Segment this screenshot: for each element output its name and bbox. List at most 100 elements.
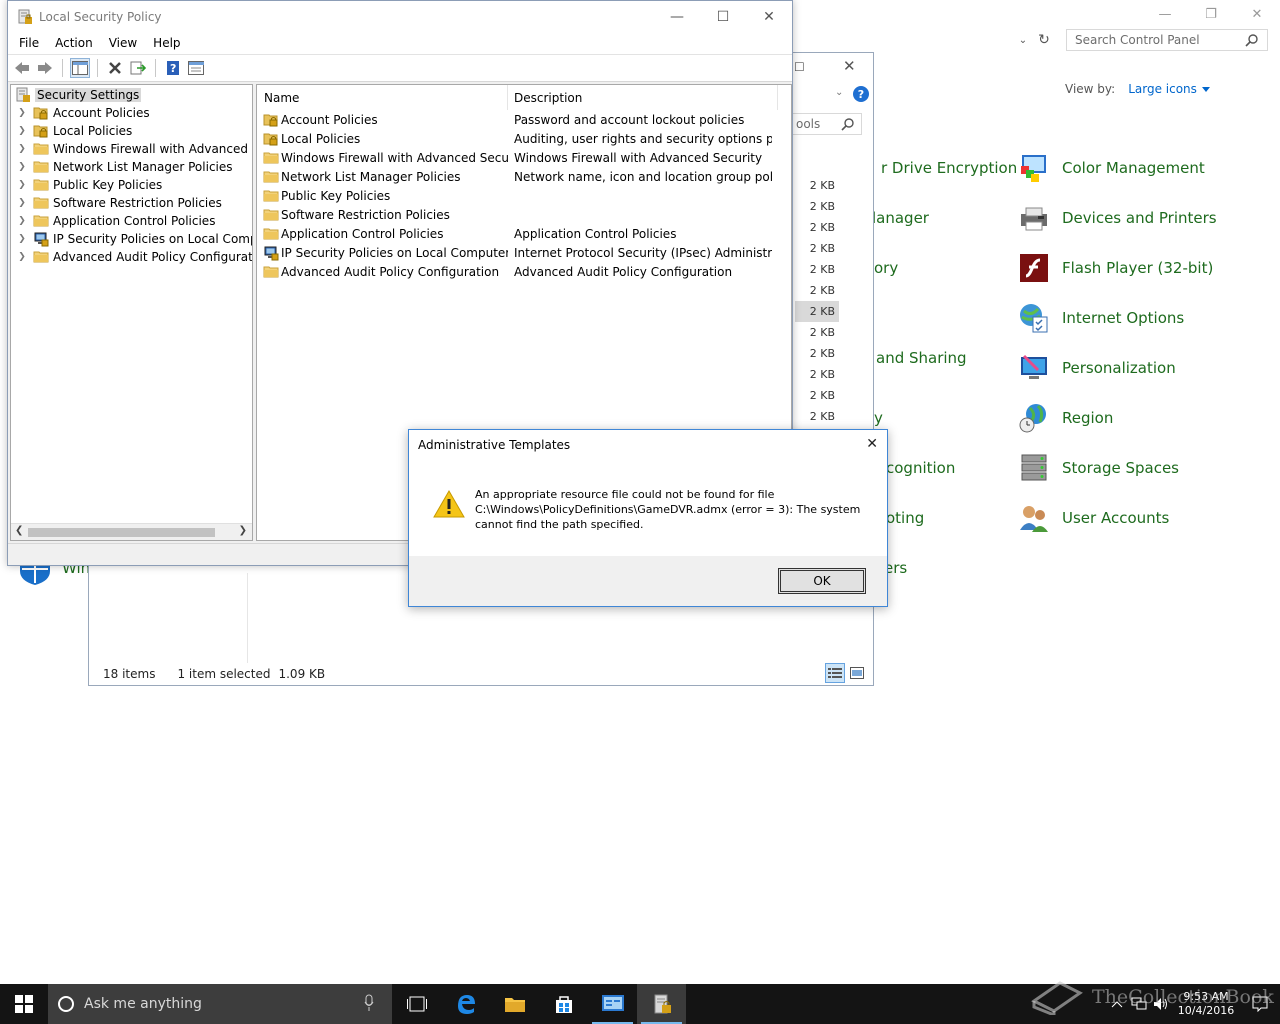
list-item[interactable]: Network List Manager Policies Network nam… — [257, 167, 791, 186]
list-item[interactable]: Account Policies Password and account loc… — [257, 110, 791, 129]
chevron-down-icon[interactable]: ⌄ — [835, 87, 843, 98]
chevron-right-icon[interactable]: ❯ — [17, 212, 27, 230]
refresh-icon[interactable]: ↻ — [1034, 30, 1054, 50]
menu-action[interactable]: Action — [55, 36, 93, 50]
printer-icon — [1018, 202, 1050, 234]
file-explorer-button[interactable] — [490, 984, 539, 1024]
scroll-left-icon[interactable]: ❮ — [15, 525, 23, 536]
chevron-right-icon[interactable]: ❯ — [17, 194, 27, 212]
chevron-right-icon[interactable]: ❯ — [17, 248, 27, 266]
help-icon[interactable]: ? — [853, 86, 869, 102]
cortana-search-box[interactable]: Ask me anything — [48, 984, 392, 1024]
title-bar[interactable]: Local Security Policy — ☐ ✕ — [8, 1, 792, 32]
tree-item[interactable]: ❯ Advanced Audit Policy Configuration — [11, 248, 252, 266]
network-icon[interactable] — [1128, 984, 1150, 1024]
cp-item-partial[interactable]: y — [874, 409, 883, 427]
chevron-right-icon[interactable]: ❯ — [17, 140, 27, 158]
chevron-right-icon[interactable]: ❯ — [17, 176, 27, 194]
task-view-button[interactable] — [392, 984, 441, 1024]
forward-arrow-icon[interactable] — [35, 58, 55, 78]
horizontal-scrollbar[interactable]: ❮ ❯ — [11, 523, 252, 540]
cp-item-partial[interactable]: oting — [886, 509, 924, 527]
chevron-right-icon[interactable]: ❯ — [17, 104, 27, 122]
close-button[interactable]: ✕ — [843, 57, 856, 75]
maximize-button[interactable]: ☐ — [700, 1, 746, 32]
list-item[interactable]: Windows Firewall with Advanced Security W… — [257, 148, 791, 167]
cp-item-partial[interactable]: r Drive Encryption — [881, 159, 1017, 177]
folder-icon — [33, 177, 49, 193]
export-list-icon[interactable] — [128, 58, 148, 78]
cp-item-user-accounts[interactable]: User Accounts — [1018, 502, 1169, 534]
close-button[interactable]: ✕ — [746, 1, 792, 32]
scroll-right-icon[interactable]: ❯ — [239, 525, 247, 536]
cp-item-partial[interactable]: lanager — [872, 209, 929, 227]
maximize-button[interactable]: ☐ — [794, 60, 805, 74]
show-hide-tree-icon[interactable] — [70, 58, 90, 78]
properties-icon[interactable] — [186, 58, 206, 78]
edge-button[interactable] — [441, 984, 490, 1024]
security-policy-taskbar-button[interactable] — [637, 984, 686, 1024]
tree-item[interactable]: ❯ Local Policies — [11, 122, 132, 140]
details-view-icon[interactable] — [825, 663, 845, 683]
menu-view[interactable]: View — [109, 36, 137, 50]
close-button[interactable]: ✕ — [1234, 0, 1280, 28]
store-button[interactable] — [539, 984, 588, 1024]
chevron-right-icon[interactable]: ❯ — [17, 158, 27, 176]
tree-item[interactable]: ❯ Account Policies — [11, 104, 149, 122]
column-header-description[interactable]: Description — [508, 85, 778, 110]
tree-item-label: Network List Manager Policies — [53, 160, 233, 174]
cp-item-partial[interactable]: ory — [874, 259, 898, 277]
volume-icon[interactable] — [1150, 984, 1172, 1024]
minimize-button[interactable]: — — [654, 1, 700, 32]
tree-item[interactable]: ❯ Application Control Policies — [11, 212, 215, 230]
file-size-selected[interactable]: 2 KB — [795, 301, 839, 322]
menu-file[interactable]: File — [19, 36, 39, 50]
list-item[interactable]: Software Restriction Policies — [257, 205, 791, 224]
cp-item-partial[interactable]: cognition — [886, 459, 955, 477]
chevron-right-icon[interactable]: ❯ — [17, 230, 27, 248]
control-panel-taskbar-button[interactable] — [588, 984, 637, 1024]
tree-item[interactable]: ❯ IP Security Policies on Local Computer — [11, 230, 252, 248]
list-item[interactable]: Advanced Audit Policy Configuration Advan… — [257, 262, 791, 281]
list-item[interactable]: IP Security Policies on Local Computer In… — [257, 243, 791, 262]
tree-item[interactable]: ❯ Public Key Policies — [11, 176, 162, 194]
close-button[interactable]: ✕ — [866, 436, 878, 452]
help-book-icon[interactable]: ? — [163, 58, 183, 78]
microphone-icon[interactable] — [364, 994, 374, 1012]
control-panel-search-input[interactable]: Search Control Panel — [1066, 29, 1268, 51]
start-button[interactable] — [0, 984, 48, 1024]
minimize-button[interactable]: — — [1142, 0, 1188, 28]
tree-item[interactable]: ❯ Windows Firewall with Advanced Security — [11, 140, 252, 158]
restore-button[interactable]: ❐ — [1188, 0, 1234, 28]
column-header-name[interactable]: Name — [257, 85, 508, 110]
cp-item-storage-spaces[interactable]: Storage Spaces — [1018, 452, 1179, 484]
large-icons-view-icon[interactable] — [847, 663, 867, 683]
list-item[interactable]: Local Policies Auditing, user rights and … — [257, 129, 791, 148]
cp-item-personalization[interactable]: Personalization — [1018, 352, 1176, 384]
list-item[interactable]: Application Control Policies Application … — [257, 224, 791, 243]
warning-icon — [433, 490, 465, 518]
cp-item-region[interactable]: Region — [1018, 402, 1113, 434]
tree-item[interactable]: ❯ Software Restriction Policies — [11, 194, 222, 212]
cp-item-flash-player[interactable]: Flash Player (32-bit) — [1018, 252, 1213, 284]
folder-icon — [33, 141, 49, 157]
clock[interactable]: 9:53 AM 10/4/2016 — [1172, 990, 1240, 1018]
cp-item-devices-printers[interactable]: Devices and Printers — [1018, 202, 1217, 234]
chevron-right-icon[interactable]: ❯ — [17, 122, 27, 140]
view-by-dropdown[interactable]: Large icons — [1128, 82, 1210, 96]
cp-item-partial[interactable]: and Sharing — [876, 349, 967, 367]
cp-item-internet-options[interactable]: Internet Options — [1018, 302, 1184, 334]
scrollbar-thumb[interactable] — [28, 528, 215, 537]
action-center-icon[interactable] — [1240, 984, 1280, 1024]
back-arrow-icon[interactable] — [12, 58, 32, 78]
menu-help[interactable]: Help — [153, 36, 180, 50]
show-hidden-icons-chevron-icon[interactable] — [1106, 984, 1128, 1024]
cp-item-color-management[interactable]: Color Management — [1018, 152, 1205, 184]
delete-icon[interactable] — [105, 58, 125, 78]
tree-item[interactable]: ❯ Network List Manager Policies — [11, 158, 233, 176]
address-dropdown-icon[interactable]: ⌄ — [1014, 32, 1032, 49]
explorer-search-input[interactable]: ools — [792, 113, 862, 135]
ok-button[interactable]: OK — [778, 568, 866, 594]
tree-item-security-settings[interactable]: Security Settings — [11, 86, 142, 104]
list-item[interactable]: Public Key Policies — [257, 186, 791, 205]
